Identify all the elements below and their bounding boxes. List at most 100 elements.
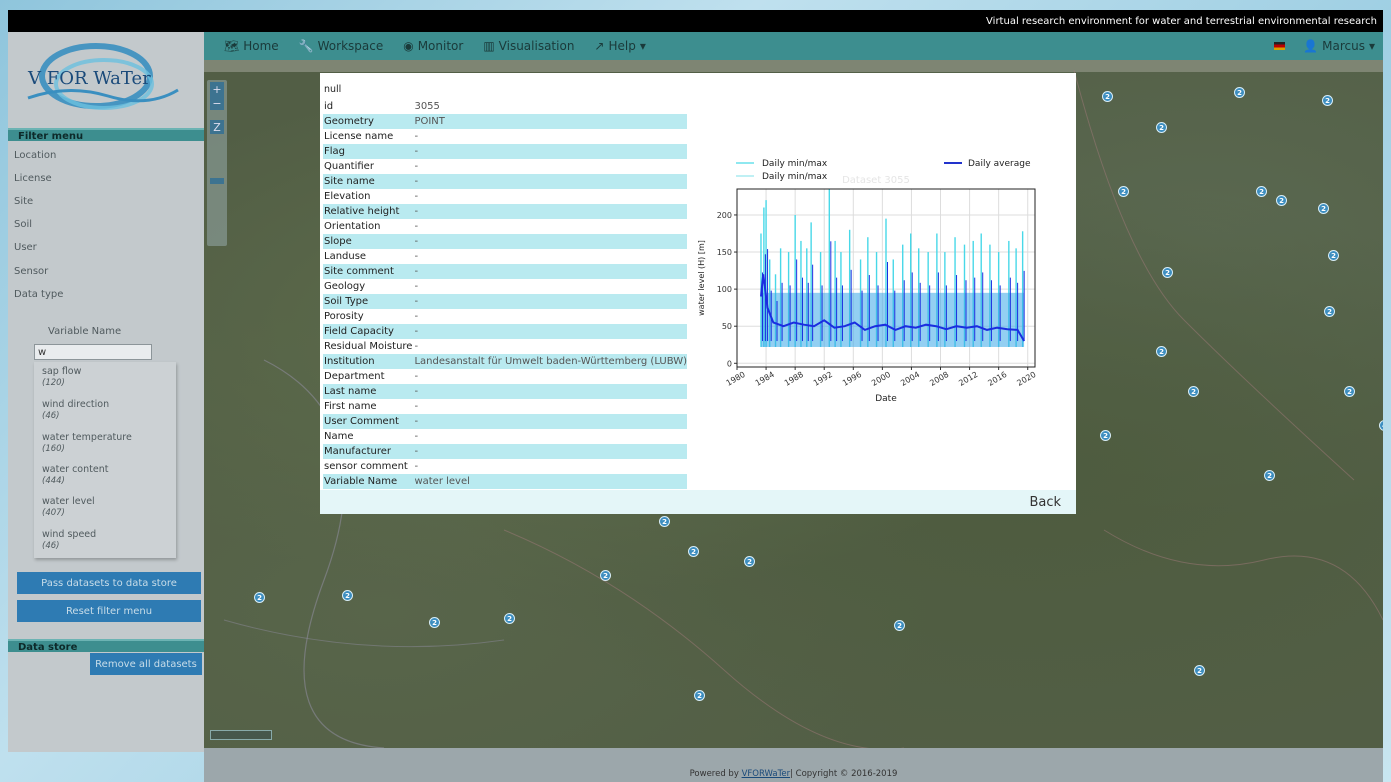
attribute-value: - (414, 281, 419, 292)
zoom-slider-handle[interactable] (210, 178, 224, 184)
variable-option-wind-direction[interactable]: wind direction (46) (42, 399, 109, 422)
x-tick-label: 2004 (899, 370, 921, 388)
station-marker[interactable]: 2 (1188, 386, 1199, 397)
variable-option-water-temperature[interactable]: water temperature (160) (42, 432, 132, 455)
station-marker[interactable]: 2 (600, 570, 611, 581)
back-button[interactable]: Back (1029, 495, 1061, 510)
user-menu[interactable]: 👤 Marcus ▾ (1303, 39, 1375, 53)
attribute-row: Quantifier - (323, 159, 687, 174)
station-marker[interactable]: 2 (1344, 386, 1355, 397)
attribute-value: - (414, 401, 419, 412)
y-tick-label: 0 (727, 359, 732, 368)
variable-option-sap-flow[interactable]: sap flow (120) (42, 366, 81, 389)
station-marker[interactable]: 2 (659, 516, 670, 527)
language-flag-icon[interactable] (1274, 42, 1286, 50)
variable-name-label: Variable Name (48, 326, 122, 337)
attribute-row: id 3055 (323, 99, 687, 114)
attribute-row: Name - (323, 429, 687, 444)
variable-option-wind-speed[interactable]: wind speed (46) (42, 529, 96, 552)
nav-monitor[interactable]: ◉ Monitor (403, 39, 463, 53)
attribute-key: Site comment (323, 264, 413, 279)
variable-option-water-level[interactable]: water level (407) (42, 496, 95, 519)
station-marker[interactable]: 2 (1324, 306, 1335, 317)
remove-all-datasets-button[interactable]: Remove all datasets (90, 653, 202, 675)
user-icon: 👤 (1303, 39, 1319, 53)
filter-sensor[interactable]: Sensor (14, 266, 48, 277)
wrench-icon: 🔧 (298, 39, 314, 53)
station-marker[interactable]: 2 (1162, 267, 1173, 278)
attribute-row: Relative height - (323, 204, 688, 219)
attribute-row: Slope - (323, 234, 688, 249)
svg-text:V FOR WaTer: V FOR WaTer (27, 68, 151, 89)
attribute-row: Field Capacity - (323, 324, 688, 339)
filter-menu-header: Filter menu (8, 128, 204, 142)
legend-label: Daily min/max (762, 159, 828, 169)
station-marker[interactable]: 2 (1322, 95, 1333, 106)
footer-link[interactable]: VFORWaTer (742, 769, 791, 779)
station-marker[interactable]: 2 (1102, 91, 1113, 102)
variable-option-water-content[interactable]: water content (444) (42, 464, 108, 487)
y-tick-label: 150 (717, 248, 732, 257)
station-marker[interactable]: 2 (1264, 470, 1275, 481)
attribute-key: First name (324, 401, 377, 412)
zoom-out-button[interactable]: − (210, 96, 224, 110)
attribute-row: Manufacturer - (323, 444, 688, 459)
attribute-row: Elevation - (323, 189, 687, 204)
station-marker[interactable]: 2 (1256, 186, 1267, 197)
attribute-value: - (414, 131, 419, 142)
station-marker[interactable]: 2 (688, 546, 699, 557)
attribute-row: Geology - (323, 279, 687, 294)
y-tick-label: 200 (717, 211, 732, 220)
attribute-value: - (412, 324, 688, 339)
station-marker[interactable]: 2 (1328, 250, 1339, 261)
attribute-key: Variable Name (323, 474, 413, 489)
filter-soil[interactable]: Soil (14, 219, 32, 230)
zoom-in-button[interactable]: + (210, 82, 224, 96)
station-marker[interactable]: 2 (1234, 87, 1245, 98)
nav-home[interactable]: 🗺 Home (224, 39, 279, 53)
station-marker[interactable]: 2 (254, 592, 265, 603)
attribute-key: Geology (324, 281, 366, 292)
filter-site[interactable]: Site (14, 196, 33, 207)
station-marker[interactable]: 2 (1194, 665, 1205, 676)
filter-data-type[interactable]: Data type (14, 289, 63, 300)
attribute-row: Site name - (323, 174, 688, 189)
attribute-key: Last name (323, 384, 413, 399)
station-marker[interactable]: 2 (1118, 186, 1129, 197)
filter-user[interactable]: User (14, 242, 37, 253)
map-icon: 🗺 (224, 39, 240, 53)
nav-help[interactable]: ↗ Help ▾ (594, 39, 645, 53)
data-store-header: Data store (8, 639, 204, 653)
reset-filter-button[interactable]: Reset filter menu (17, 600, 201, 622)
station-marker[interactable]: 2 (744, 556, 755, 567)
attribute-key: Flag (323, 144, 413, 159)
station-marker[interactable]: 2 (1276, 195, 1287, 206)
attribute-value: - (412, 204, 688, 219)
station-marker[interactable]: 2 (504, 613, 515, 624)
dataset-attributes-table: id 3055 Geometry POINT License name - Flag - Qua… (323, 99, 688, 489)
attribute-value: - (414, 311, 419, 322)
x-tick-label: 2012 (957, 370, 979, 388)
station-marker[interactable]: 2 (342, 590, 353, 601)
station-marker[interactable]: 2 (429, 617, 440, 628)
station-marker[interactable]: 2 (1100, 430, 1111, 441)
station-marker[interactable]: 2 (694, 690, 705, 701)
station-marker[interactable]: 2 (894, 620, 905, 631)
station-marker[interactable]: 2 (1156, 122, 1167, 133)
station-marker[interactable]: 2 (1156, 346, 1167, 357)
nav-workspace[interactable]: 🔧 Workspace (299, 39, 384, 53)
nav-visualisation[interactable]: ▥ Visualisation (483, 39, 574, 53)
zoom-box-button[interactable]: Z (210, 120, 224, 134)
attribute-value: - (414, 461, 419, 472)
station-marker[interactable]: 4 (1379, 420, 1383, 431)
filter-location[interactable]: Location (14, 150, 56, 161)
attribute-row: Site comment - (323, 264, 688, 279)
x-tick-label: 1988 (783, 370, 805, 388)
variable-name-input[interactable] (34, 344, 152, 360)
logo[interactable]: V FOR WaTer (8, 32, 204, 128)
x-tick-label: 2000 (870, 370, 892, 388)
station-marker[interactable]: 2 (1318, 203, 1329, 214)
variable-suggestion-list: sap flow (120) wind direction (46) water t… (34, 362, 176, 558)
pass-datasets-button[interactable]: Pass datasets to data store (17, 572, 201, 594)
filter-license[interactable]: License (14, 173, 52, 184)
